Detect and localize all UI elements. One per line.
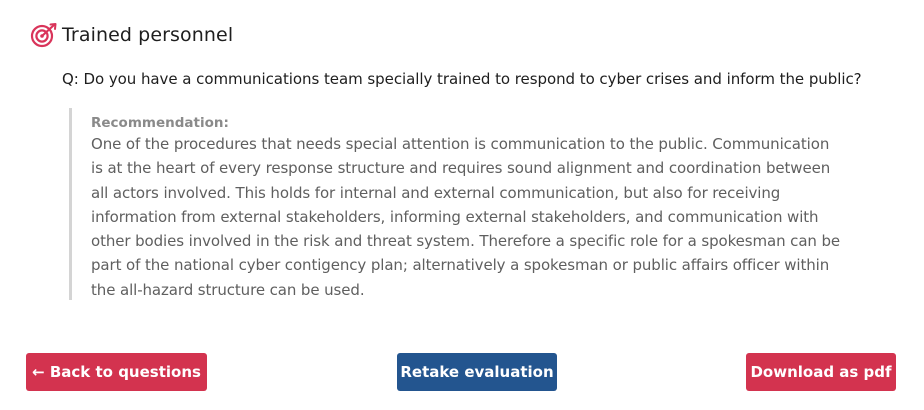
recommendation-block: Recommendation: One of the procedures th…: [69, 108, 889, 300]
recommendation-line: part of the national cyber contigency pl…: [91, 256, 830, 275]
recommendation-line: information from external stakeholders, …: [91, 207, 819, 226]
recommendation-label: Recommendation:: [91, 115, 229, 131]
question-text: Q: Do you have a communications team spe…: [62, 70, 862, 88]
recommendation-line: other bodies involved in the risk and th…: [91, 232, 841, 251]
recommendation-line: One of the procedures that needs special…: [91, 135, 830, 153]
target-icon: [30, 22, 58, 48]
back-to-questions-button[interactable]: ← Back to questions: [26, 353, 207, 391]
recommendation-text: One of the procedures that needs special…: [91, 132, 886, 302]
evaluation-result-page: Trained personnel Q: Do you have a commu…: [0, 0, 924, 410]
section-header: Trained personnel: [30, 22, 233, 48]
recommendation-line: is at the heart of every response struct…: [91, 159, 831, 178]
recommendation-line: the all-hazard structure can be used.: [91, 280, 365, 299]
retake-evaluation-button[interactable]: Retake evaluation: [397, 353, 557, 391]
recommendation-line: all actors involved. This holds for inte…: [91, 183, 781, 202]
section-title: Trained personnel: [62, 24, 234, 46]
download-pdf-button[interactable]: Download as pdf: [746, 353, 896, 391]
